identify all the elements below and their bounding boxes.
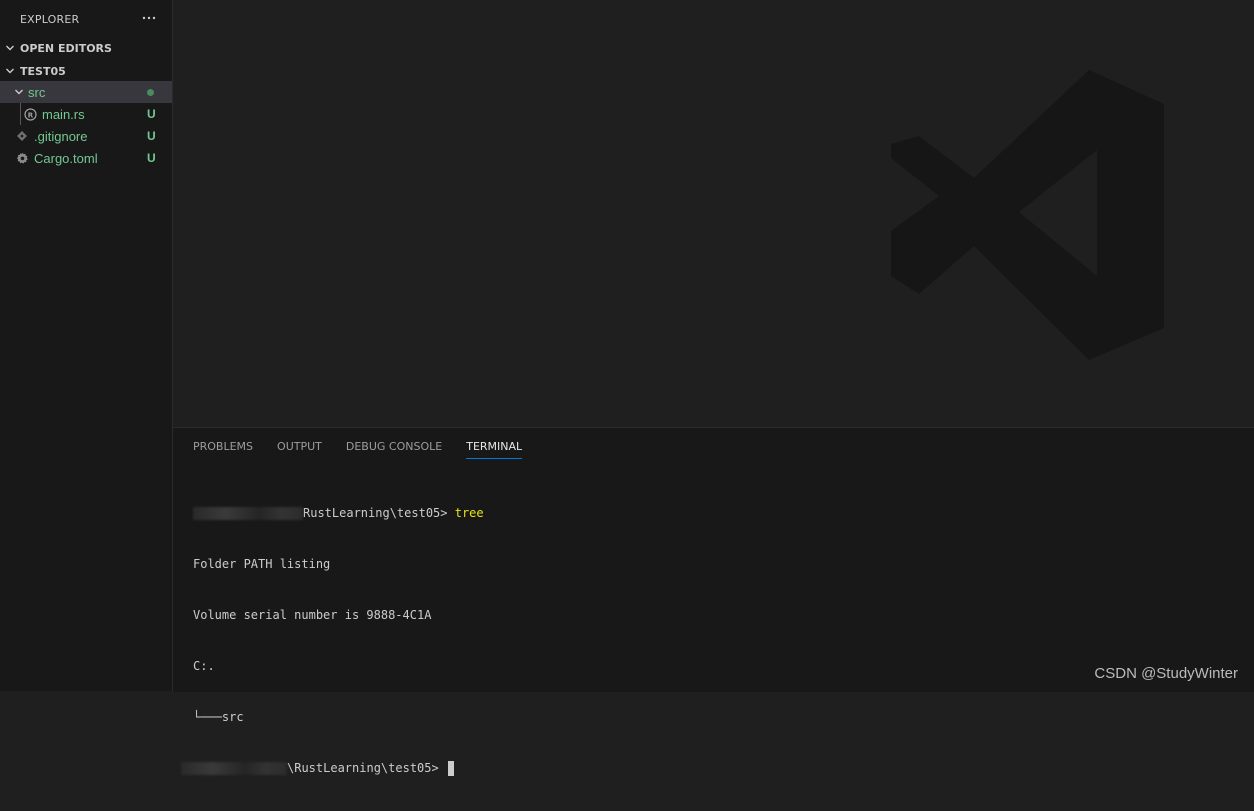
svg-text:R: R	[28, 111, 34, 119]
chevron-down-icon	[0, 66, 20, 76]
explorer-sidebar: EXPLORER OPEN EDITORS TEST05 src R main.…	[0, 0, 173, 691]
tree-item-label: src	[28, 84, 46, 100]
csdn-watermark: CSDN @StudyWinter	[1094, 665, 1238, 682]
tree-item-gitignore[interactable]: .gitignore U	[0, 125, 172, 147]
chevron-down-icon	[12, 87, 26, 97]
untracked-badge: U	[147, 151, 156, 165]
terminal-prompt-line: RustLearning\test05> tree	[193, 505, 484, 522]
tree-item-cargo-toml[interactable]: Cargo.toml U	[0, 147, 172, 169]
prompt-path: RustLearning\test05>	[303, 506, 455, 520]
open-editors-section[interactable]: OPEN EDITORS	[0, 37, 172, 59]
editor-area[interactable]	[173, 0, 1254, 427]
terminal-cursor	[447, 761, 454, 776]
tree-item-main-rs[interactable]: R main.rs U	[0, 103, 172, 125]
command-text: tree	[454, 506, 484, 520]
terminal-line: └───src	[193, 710, 244, 724]
open-editors-label: OPEN EDITORS	[20, 41, 112, 55]
folder-section[interactable]: TEST05	[0, 60, 172, 82]
terminal-output[interactable]: RustLearning\test05> tree Folder PATH li…	[181, 471, 484, 811]
prompt-path: \RustLearning\test05>	[287, 761, 446, 775]
explorer-title: EXPLORER	[20, 13, 80, 26]
tree-item-label: .gitignore	[34, 128, 88, 144]
panel-tabs: PROBLEMS OUTPUT DEBUG CONSOLE TERMINAL	[193, 440, 523, 459]
redacted-path	[181, 762, 287, 775]
gear-icon	[16, 152, 30, 165]
tree-item-label: main.rs	[42, 106, 85, 122]
modified-dot-icon	[147, 89, 154, 96]
untracked-badge: U	[147, 129, 156, 143]
bottom-panel: PROBLEMS OUTPUT DEBUG CONSOLE TERMINAL R…	[173, 427, 1254, 776]
more-actions-icon[interactable]	[140, 9, 158, 27]
chevron-down-icon	[0, 43, 20, 53]
terminal-line: Folder PATH listing	[193, 557, 331, 571]
tab-terminal[interactable]: TERMINAL	[466, 440, 523, 459]
redacted-path	[193, 507, 303, 520]
vscode-logo-icon	[879, 66, 1169, 365]
terminal-line: Volume serial number is 9888-4C1A	[193, 608, 432, 622]
tree-item-src[interactable]: src	[0, 81, 172, 103]
terminal-line: C:.	[193, 659, 215, 673]
tree-item-label: Cargo.toml	[34, 150, 98, 166]
rust-file-icon: R	[24, 107, 38, 121]
terminal-prompt-line: \RustLearning\test05>	[181, 760, 484, 777]
tab-problems[interactable]: PROBLEMS	[193, 440, 253, 459]
tab-debug-console[interactable]: DEBUG CONSOLE	[346, 440, 442, 459]
untracked-badge: U	[147, 107, 156, 121]
folder-label: TEST05	[20, 64, 66, 78]
tab-output[interactable]: OUTPUT	[277, 440, 322, 459]
git-icon	[16, 130, 30, 142]
